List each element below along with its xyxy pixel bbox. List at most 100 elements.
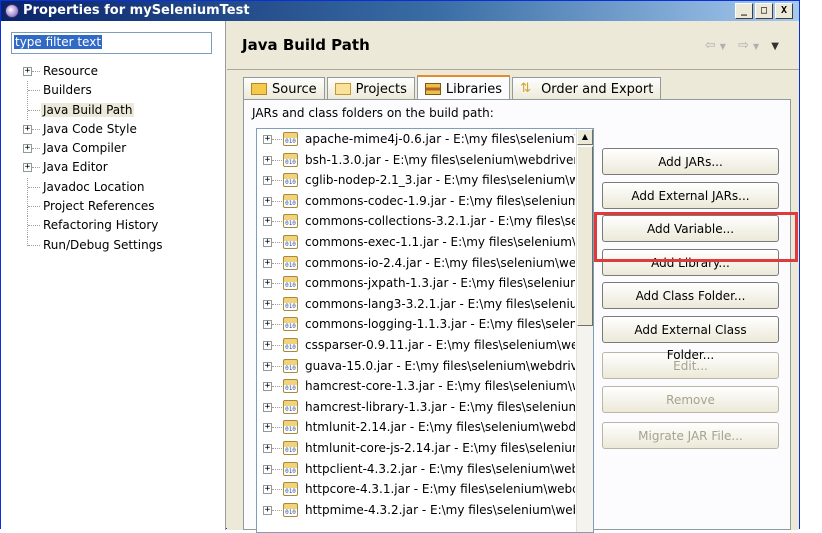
forward-arrow-icon[interactable]: ⇨ [738, 38, 753, 53]
list-item[interactable]: +010 hamcrest-core-1.3.jar - E:\my files\… [257, 376, 593, 397]
list-item[interactable]: +010 cglib-nodep-2.1_3.jar - E:\my files\… [257, 170, 593, 191]
filter-text: type filter text [14, 35, 103, 49]
order-icon: ⇅ [520, 81, 531, 96]
list-item[interactable]: +010 commons-jxpath-1.3.jar - E:\my files… [257, 273, 593, 294]
migrate-jar-button[interactable]: Migrate JAR File... [602, 421, 779, 449]
expand-icon[interactable]: + [263, 485, 272, 495]
expand-icon[interactable]: + [263, 464, 272, 474]
properties-page: Java Build Path ⇦▼ ⇨▼ ▼ Source Projects … [227, 21, 799, 533]
expand-icon[interactable]: + [263, 382, 272, 392]
tree-item-run-debug-settings[interactable]: Run/Debug Settings [1, 235, 225, 255]
list-item[interactable]: +010 htmlunit-2.14.jar - E:\my files\sele… [257, 417, 593, 438]
remove-button[interactable]: Remove [602, 385, 779, 413]
list-item[interactable]: +010 guava-15.0.jar - E:\my files\seleniu… [257, 356, 593, 377]
expand-icon[interactable]: + [23, 163, 32, 173]
expand-icon[interactable]: + [23, 144, 32, 154]
expand-icon[interactable]: + [263, 217, 272, 227]
scroll-up-icon[interactable]: ▲ [577, 129, 593, 145]
edit-button[interactable]: Edit... [602, 351, 779, 379]
scrollbar-thumb[interactable] [577, 146, 593, 326]
source-icon [251, 83, 267, 95]
list-item[interactable]: +010 htmlunit-core-js-2.14.jar - E:\my fi… [257, 438, 593, 459]
expand-icon[interactable]: + [263, 176, 272, 186]
list-item[interactable]: +010 commons-codec-1.9.jar - E:\my files\… [257, 191, 593, 212]
tab-projects[interactable]: Projects [326, 77, 415, 100]
list-item[interactable]: +010 commons-io-2.4.jar - E:\my files\sel… [257, 253, 593, 274]
expand-icon[interactable]: + [263, 258, 272, 268]
expand-icon[interactable]: + [263, 155, 272, 165]
maximize-button[interactable]: □ [755, 3, 773, 19]
jar-icon: 010 [283, 502, 298, 517]
jar-icon: 010 [283, 152, 298, 167]
add-external-jars-button[interactable]: Add External JARs... [602, 181, 779, 209]
close-button[interactable]: X [775, 3, 793, 19]
category-pane: type filter text + Resource Builders Java… [1, 21, 226, 530]
jar-icon: 010 [283, 440, 298, 455]
list-item[interactable]: +010 commons-lang3-3.2.1.jar - E:\my file… [257, 294, 593, 315]
tree-item-java-code-style[interactable]: + Java Code Style [1, 120, 225, 139]
list-item[interactable]: +010 httpmime-4.3.2.jar - E:\my files\sel… [257, 500, 593, 521]
tree-item-label: Run/Debug Settings [43, 237, 163, 252]
add-class-folder-button[interactable]: Add Class Folder... [602, 282, 779, 310]
list-item[interactable]: +010 httpclient-4.3.2.jar - E:\my files\s… [257, 459, 593, 480]
list-item[interactable]: +010 commons-collections-3.2.1.jar - E:\m… [257, 211, 593, 232]
add-external-class-folder-button[interactable]: Add External Class Folder... [602, 315, 779, 362]
libraries-icon [424, 83, 441, 95]
expand-icon[interactable]: + [263, 340, 272, 350]
library-list[interactable]: +010 apache-mime4j-0.6.jar - E:\my files\… [256, 128, 594, 533]
title-bar[interactable]: Properties for mySeleniumTest _ □ X [1, 1, 799, 21]
expand-icon[interactable]: + [263, 135, 272, 144]
tab-order-and-export[interactable]: ⇅ Order and Export [512, 77, 662, 100]
list-item[interactable]: +010 hamcrest-library-1.3.jar - E:\my fil… [257, 397, 593, 418]
expand-icon[interactable]: + [263, 505, 272, 515]
tab-libraries[interactable]: Libraries [416, 75, 511, 101]
tab-label: Libraries [445, 81, 503, 97]
expand-icon[interactable]: + [263, 402, 272, 412]
expand-icon[interactable]: + [263, 196, 272, 206]
jar-icon: 010 [283, 132, 298, 146]
list-item[interactable]: +010 commons-exec-1.1.jar - E:\my files\s… [257, 232, 593, 253]
expand-icon[interactable]: + [263, 443, 272, 453]
view-menu-icon[interactable]: ▼ [771, 41, 783, 52]
list-item[interactable]: +010 commons-logging-1.1.3.jar - E:\my fi… [257, 314, 593, 335]
page-title: Java Build Path [242, 36, 370, 54]
tree-item-builders[interactable]: Builders [1, 81, 225, 101]
tree-item-label: Project References [43, 199, 155, 214]
tree-item-refactoring-history[interactable]: Refactoring History [1, 216, 225, 236]
tree-item-project-references[interactable]: Project References [1, 197, 225, 217]
tree-item-resource[interactable]: + Resource [1, 62, 225, 81]
back-arrow-icon[interactable]: ⇦ [705, 38, 720, 53]
list-item[interactable]: +010 bsh-1.3.0.jar - E:\my files\selenium… [257, 150, 593, 171]
expand-icon[interactable]: + [263, 423, 272, 433]
tab-source[interactable]: Source [243, 77, 325, 100]
jar-icon: 010 [283, 276, 298, 291]
list-item[interactable]: +010 httpcore-4.3.1.jar - E:\my files\sel… [257, 479, 593, 500]
build-path-label: JARs and class folders on the build path… [252, 106, 494, 120]
filter-input[interactable]: type filter text [11, 32, 212, 54]
add-library-highlight [594, 212, 798, 262]
add-jars-button[interactable]: Add JARs... [602, 148, 779, 175]
expand-icon[interactable]: + [263, 299, 272, 309]
dropdown-icon[interactable]: ▼ [753, 42, 763, 51]
window-title: Properties for mySeleniumTest [23, 3, 250, 18]
expand-icon[interactable]: + [263, 361, 272, 371]
tree-item-label: Java Build Path [41, 102, 135, 117]
tree-item-javadoc-location[interactable]: Javadoc Location [1, 177, 225, 197]
projects-icon [334, 83, 351, 95]
list-item[interactable]: +010 cssparser-0.9.11.jar - E:\my files\s… [257, 335, 593, 356]
expand-icon[interactable]: + [23, 124, 32, 134]
tree-item-java-editor[interactable]: + Java Editor [1, 158, 225, 177]
tab-label: Projects [355, 81, 407, 97]
list-item[interactable]: +010 apache-mime4j-0.6.jar - E:\my files\… [257, 129, 593, 150]
tree-item-java-build-path[interactable]: Java Build Path [1, 100, 225, 120]
expand-icon[interactable]: + [23, 67, 32, 76]
tree-item-java-compiler[interactable]: + Java Compiler [1, 139, 225, 158]
tree-item-label: Refactoring History [43, 218, 159, 233]
expand-icon[interactable]: + [263, 237, 272, 247]
tree-item-label: Resource [43, 64, 99, 78]
expand-icon[interactable]: + [263, 320, 272, 330]
vertical-scrollbar[interactable]: ▲ [576, 129, 593, 532]
expand-icon[interactable]: + [263, 279, 272, 289]
minimize-button[interactable]: _ [735, 3, 753, 19]
dropdown-icon[interactable]: ▼ [720, 42, 730, 51]
